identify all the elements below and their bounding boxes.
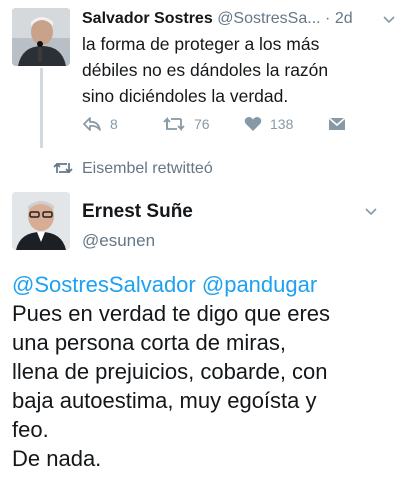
envelope-icon (328, 117, 346, 131)
retweet-button[interactable]: 76 (162, 113, 210, 135)
retweeted-by-label[interactable]: Eisembel retwitteó (82, 158, 213, 180)
author-name[interactable]: Ernest Suñe (82, 200, 193, 224)
tweet-text: @SostresSalvador @pandugar Pues en verda… (12, 270, 394, 473)
avatar-salvador-sostres[interactable] (12, 8, 70, 66)
avatar-image (12, 192, 70, 250)
tweet-text-line: baja autoestima, muy egoísta y (12, 388, 317, 413)
mention-line: @SostresSalvador @pandugar (12, 270, 394, 299)
tweet-text: la forma de proteger a los más débiles n… (82, 31, 394, 109)
tweet-text-line: débiles no es dándoles la razón (82, 60, 329, 80)
chevron-down-icon[interactable] (364, 204, 378, 223)
retweet-icon (162, 116, 186, 132)
tweet-text-line: feo. (12, 417, 49, 442)
author-name[interactable]: Salvador Sostres (82, 10, 213, 27)
author-handle[interactable]: @SostresSa... (217, 10, 320, 27)
retweet-icon (53, 161, 73, 180)
direct-message-button[interactable] (328, 113, 346, 135)
tweet-ernest-sune[interactable]: Ernest Suñe @esunen @SostresSalvador @pa… (0, 188, 400, 492)
tweet-salvador-sostres[interactable]: Salvador Sostres @SostresSa... · 2d la f… (0, 0, 400, 150)
heart-icon (244, 116, 262, 132)
retweet-count: 76 (194, 116, 210, 132)
tweet-actions: 8 76 138 (82, 113, 382, 135)
tweet-text-line: la forma de proteger a los más (82, 34, 320, 54)
tweet-text-line: sino diciéndoles la verdad. (82, 86, 289, 106)
tweet-timestamp[interactable]: 2d (335, 10, 353, 27)
reply-button[interactable]: 8 (82, 113, 118, 135)
retweet-context: Eisembel retwitteó (0, 156, 400, 182)
avatar-ernest-sune[interactable] (12, 192, 70, 250)
tweet-text-line: llena de prejuicios, cobarde, con (12, 359, 328, 384)
tweet-header: Salvador Sostres @SostresSa... · 2d (82, 8, 394, 30)
mention-link[interactable]: @SostresSalvador (12, 272, 196, 297)
like-button[interactable]: 138 (244, 113, 293, 135)
author-handle[interactable]: @esunen (82, 230, 155, 252)
reply-icon (82, 116, 102, 132)
avatar-image (12, 8, 70, 66)
chevron-down-icon[interactable] (382, 12, 396, 26)
tweet-text-line: De nada. (12, 446, 102, 471)
mention-link[interactable]: @pandugar (202, 272, 317, 297)
thread-connector-line (40, 68, 43, 148)
like-count: 138 (270, 116, 294, 132)
tweet-text-line: Pues en verdad te digo que eres (12, 301, 331, 326)
separator-dot: · (325, 10, 331, 27)
tweet-text-line: una persona corta de miras, (12, 330, 286, 355)
reply-count: 8 (110, 116, 118, 132)
